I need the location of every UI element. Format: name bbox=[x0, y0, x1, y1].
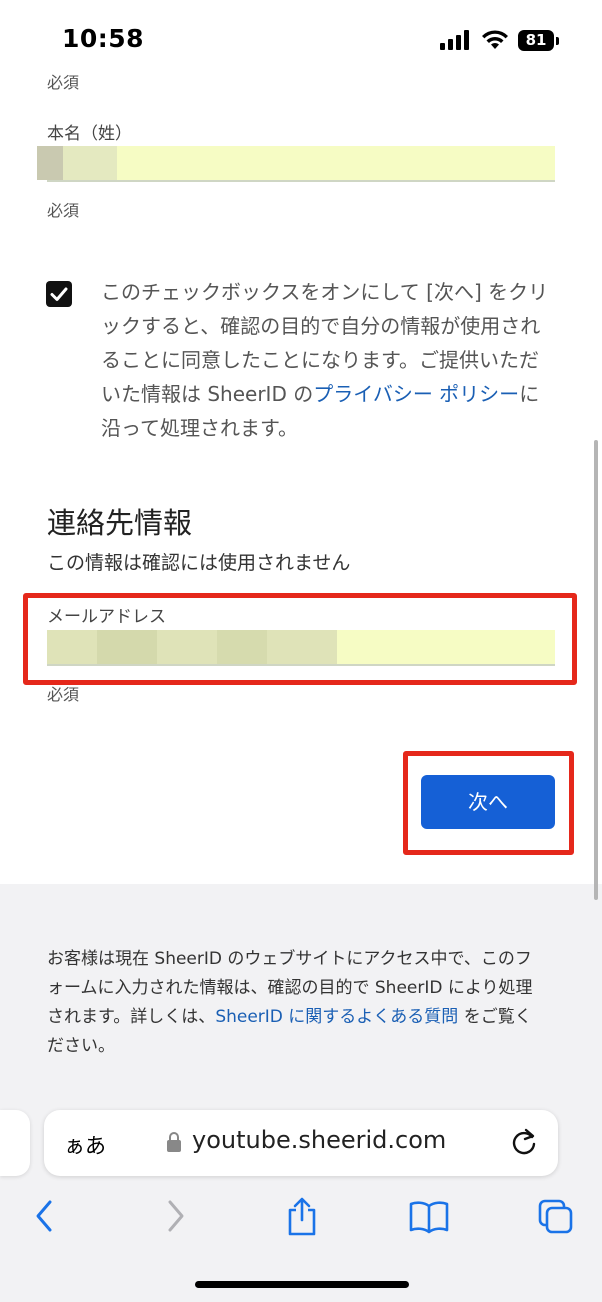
footer-text: お客様は現在 SheerID のウェブサイトにアクセス中で、このフォームに入力さ… bbox=[47, 945, 547, 1061]
surname-input[interactable] bbox=[37, 146, 555, 182]
lock-icon bbox=[167, 1132, 181, 1152]
checkmark-icon bbox=[50, 287, 68, 301]
surname-label: 本名（姓） bbox=[47, 124, 132, 144]
back-icon[interactable] bbox=[32, 1196, 58, 1236]
tabs-icon[interactable] bbox=[536, 1196, 576, 1236]
battery-icon: 81 bbox=[518, 30, 554, 51]
text-size-button[interactable]: ぁあ bbox=[64, 1130, 106, 1160]
redacted-text bbox=[63, 146, 117, 180]
share-icon[interactable] bbox=[284, 1196, 320, 1238]
redacted-text bbox=[37, 146, 63, 180]
previous-tab[interactable] bbox=[0, 1110, 30, 1176]
consent-checkbox[interactable] bbox=[46, 281, 72, 307]
consent-text: このチェックボックスをオンにして [次へ] をクリックすると、確認の目的で自分の… bbox=[101, 275, 551, 445]
status-time: 10:58 bbox=[62, 24, 145, 53]
battery-level: 81 bbox=[525, 31, 547, 49]
faq-link[interactable]: SheerID に関するよくある質問 bbox=[215, 1007, 458, 1027]
reload-icon[interactable] bbox=[510, 1127, 538, 1157]
contact-section-title: 連絡先情報 bbox=[47, 506, 193, 540]
home-indicator bbox=[195, 1281, 409, 1288]
bookmarks-icon[interactable] bbox=[408, 1196, 450, 1236]
surname-required: 必須 bbox=[47, 201, 80, 220]
privacy-policy-link[interactable]: プライバシー ポリシー bbox=[313, 382, 519, 406]
forward-icon[interactable] bbox=[162, 1196, 188, 1236]
status-bar: 10:58 81 bbox=[0, 0, 602, 80]
email-highlight-box bbox=[23, 593, 577, 685]
battery-tip bbox=[556, 37, 559, 45]
cellular-signal-icon bbox=[440, 30, 472, 50]
contact-section-subtitle: この情報は確認には使用されません bbox=[47, 552, 351, 574]
required-note: 必須 bbox=[47, 73, 80, 92]
next-highlight-box bbox=[403, 751, 574, 855]
wifi-icon bbox=[482, 30, 508, 49]
url-text: youtube.sheerid.com bbox=[192, 1126, 447, 1154]
scrollbar[interactable] bbox=[594, 440, 598, 900]
